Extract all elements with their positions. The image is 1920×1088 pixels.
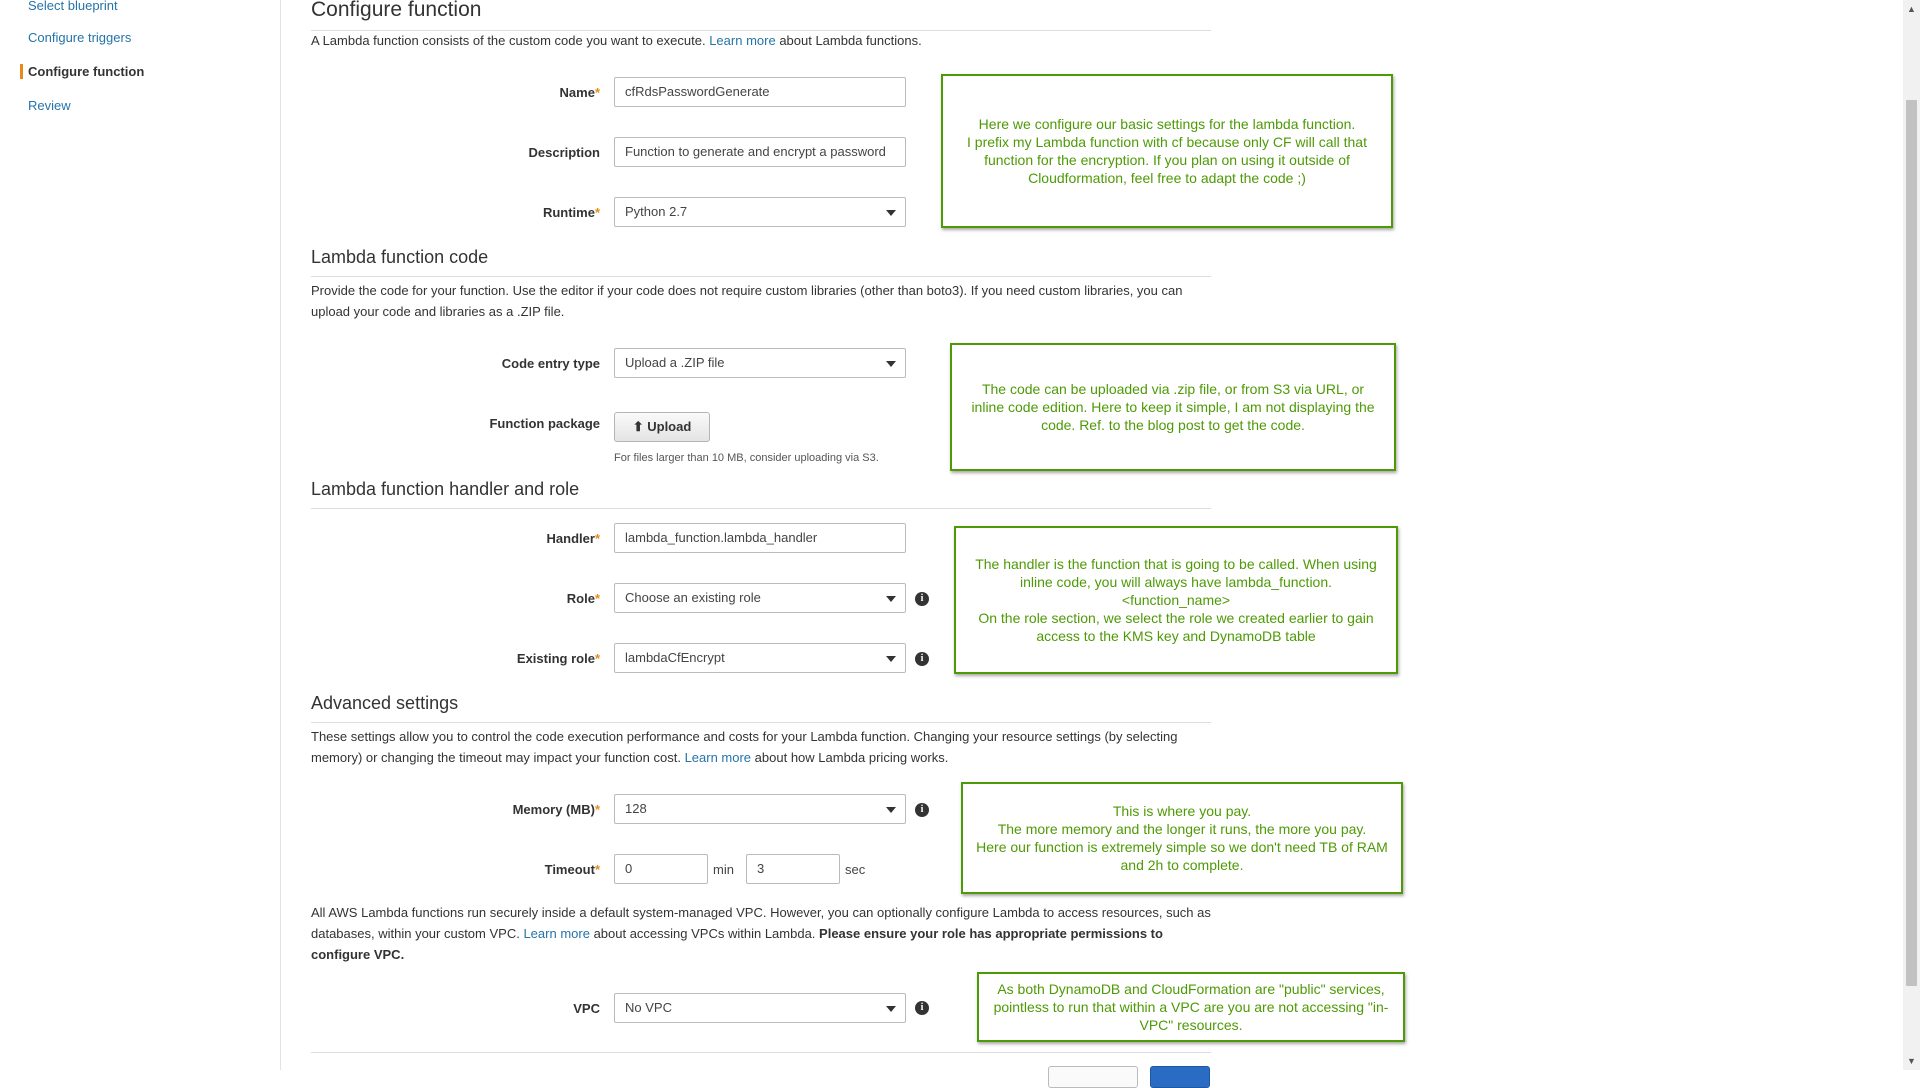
chevron-down-icon	[886, 1006, 896, 1012]
annotation-note-pricing: This is where you pay. The more memory a…	[961, 782, 1403, 894]
upload-icon: ⬆	[632, 419, 644, 434]
vpc-value: No VPC	[625, 1000, 672, 1015]
footer-divider	[311, 1052, 1211, 1053]
vertical-scrollbar[interactable]: ▲ ▼	[1903, 0, 1920, 1070]
annotation-note-basic-settings: Here we configure our basic settings for…	[941, 74, 1393, 228]
scrollbar-thumb[interactable]	[1906, 100, 1917, 986]
learn-more-link[interactable]: Learn more	[685, 750, 751, 765]
info-icon[interactable]: i	[915, 592, 929, 606]
learn-more-link[interactable]: Learn more	[709, 33, 775, 48]
handler-label: Handler*	[546, 531, 600, 546]
annotation-note-handler-role: The handler is the function that is goin…	[954, 526, 1398, 674]
code-entry-label: Code entry type	[501, 356, 600, 371]
chevron-down-icon	[886, 210, 896, 216]
advanced-description: These settings allow you to control the …	[311, 726, 1211, 768]
upload-hint: For files larger than 10 MB, consider up…	[614, 452, 879, 464]
memory-label: Memory (MB)*	[512, 802, 600, 817]
chevron-down-icon	[886, 656, 896, 662]
timeout-min-input[interactable]: 0	[614, 854, 708, 884]
configure-desc-text: A Lambda function consists of the custom…	[311, 33, 706, 48]
role-label: Role*	[566, 591, 600, 606]
info-icon[interactable]: i	[915, 652, 929, 666]
min-unit: min	[713, 862, 734, 877]
scroll-up-icon[interactable]: ▲	[1907, 4, 1916, 14]
code-entry-select[interactable]: Upload a .ZIP file	[614, 348, 906, 378]
info-icon[interactable]: i	[915, 803, 929, 817]
chevron-down-icon	[886, 807, 896, 813]
description-label: Description	[528, 145, 600, 160]
chevron-down-icon	[886, 596, 896, 602]
name-label: Name*	[559, 85, 600, 100]
configure-desc-text-end: about Lambda functions.	[779, 33, 922, 48]
sec-unit: sec	[845, 862, 866, 877]
annotation-note-vpc: As both DynamoDB and CloudFormation are …	[977, 972, 1405, 1042]
runtime-label: Runtime*	[542, 205, 600, 220]
chevron-down-icon	[886, 361, 896, 367]
vpc-select[interactable]: No VPC	[614, 993, 906, 1023]
sidebar-item-configure-function[interactable]: Configure function	[20, 64, 144, 79]
runtime-value: Python 2.7	[625, 204, 688, 219]
code-description: Provide the code for your function. Use …	[311, 283, 1183, 319]
advanced-desc-text-end: about how Lambda pricing works.	[754, 750, 949, 765]
page-title: Configure function	[311, 0, 1211, 31]
runtime-select[interactable]: Python 2.7	[614, 197, 906, 227]
sidebar-item-configure-triggers[interactable]: Configure triggers	[20, 30, 131, 45]
handler-section-title: Lambda function handler and role	[311, 479, 1211, 509]
description-input[interactable]: Function to generate and encrypt a passw…	[614, 137, 906, 167]
existing-role-select[interactable]: lambdaCfEncrypt	[614, 643, 906, 673]
function-package-label: Function package	[489, 416, 600, 431]
vpc-label: VPC	[573, 1001, 600, 1016]
advanced-section-title: Advanced settings	[311, 693, 1211, 723]
code-section-title: Lambda function code	[311, 247, 1211, 277]
existing-role-label: Existing role*	[516, 651, 600, 666]
info-icon[interactable]: i	[915, 1001, 929, 1015]
memory-select[interactable]: 128	[614, 794, 906, 824]
next-button[interactable]	[1150, 1066, 1210, 1088]
timeout-label: Timeout*	[544, 862, 600, 877]
name-input[interactable]: cfRdsPasswordGenerate	[614, 77, 906, 107]
code-entry-value: Upload a .ZIP file	[625, 355, 725, 370]
vpc-desc-text-mid: about accessing VPCs within Lambda.	[593, 926, 816, 941]
timeout-sec-input[interactable]: 3	[746, 854, 840, 884]
wizard-sidebar: Select blueprint Configure triggers Conf…	[0, 0, 281, 1070]
learn-more-link[interactable]: Learn more	[523, 926, 589, 941]
vpc-description: All AWS Lambda functions run securely in…	[311, 902, 1211, 965]
configure-description: A Lambda function consists of the custom…	[311, 30, 1211, 51]
memory-value: 128	[625, 801, 647, 816]
annotation-note-code: The code can be uploaded via .zip file, …	[950, 343, 1396, 471]
role-select[interactable]: Choose an existing role	[614, 583, 906, 613]
scroll-down-icon[interactable]: ▼	[1907, 1056, 1916, 1066]
existing-role-value: lambdaCfEncrypt	[625, 650, 725, 665]
upload-button[interactable]: ⬆ Upload	[614, 412, 710, 442]
sidebar-item-review[interactable]: Review	[20, 98, 71, 113]
role-value: Choose an existing role	[625, 590, 761, 605]
handler-input[interactable]: lambda_function.lambda_handler	[614, 523, 906, 553]
sidebar-item-select-blueprint[interactable]: Select blueprint	[20, 0, 118, 13]
previous-button[interactable]	[1048, 1066, 1138, 1088]
